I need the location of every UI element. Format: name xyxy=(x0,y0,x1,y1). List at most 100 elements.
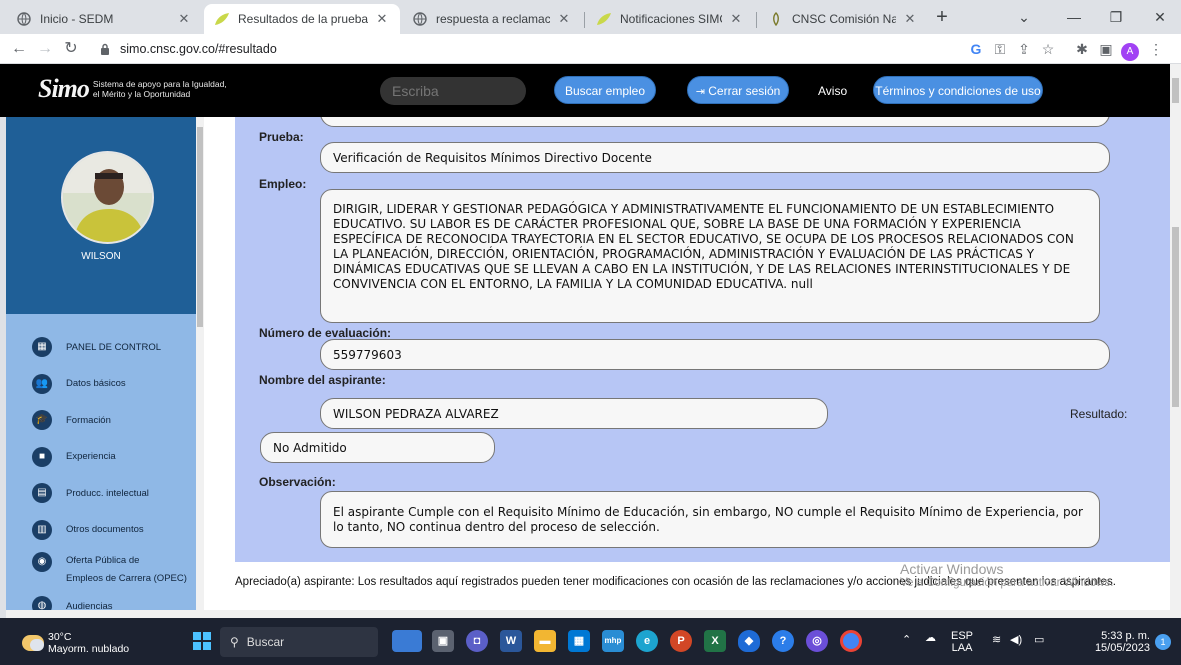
result-field: No Admitido xyxy=(260,432,495,463)
document-icon: ▥ xyxy=(32,519,52,540)
sidebar: WILSON ▦ PANEL DE CONTROL 👥 Datos básico… xyxy=(6,117,204,618)
sidebar-item-experiencia[interactable]: ■ Experiencia xyxy=(6,439,196,476)
close-tab-icon[interactable]: ✕ xyxy=(902,11,918,27)
tab-title: Resultados de la prueba xyxy=(238,12,368,26)
observation-field: El aspirante Cumple con el Requisito Mín… xyxy=(320,491,1100,548)
logo-tagline-line2: el Mérito y la Oportunidad xyxy=(92,89,191,99)
tab-search-icon[interactable]: ⌄ xyxy=(1004,4,1044,30)
browser-tab-strip: Inicio - SEDM ✕ Resultados de la prueba … xyxy=(0,0,1181,34)
sidebar-item-label: Datos básicos xyxy=(66,378,126,390)
language-indicator[interactable]: ESP LAA xyxy=(951,630,973,654)
start-button[interactable] xyxy=(193,632,211,650)
scrollbar-thumb[interactable] xyxy=(1172,227,1179,407)
edge-icon[interactable]: e xyxy=(636,630,658,652)
wifi-icon[interactable]: ≋ xyxy=(992,634,1001,646)
volume-icon[interactable]: ◀) xyxy=(1010,634,1022,646)
content-horizontal-scrollbar[interactable] xyxy=(204,610,1170,618)
chat-icon[interactable]: ◘ xyxy=(466,630,488,652)
logo-tagline: Sistema de apoyo para la Igualdad, el Mé… xyxy=(93,79,227,99)
lock-icon xyxy=(100,43,112,55)
scrollbar-thumb[interactable] xyxy=(197,127,203,327)
clock[interactable]: 5:33 p. m. 15/05/2023 xyxy=(1086,630,1150,654)
simo-logo[interactable]: Simo Sistema de apoyo para la Igualdad, … xyxy=(38,74,227,104)
leaf-icon xyxy=(214,11,230,27)
globe-icon xyxy=(16,11,32,27)
logout-button[interactable]: ⇥ Cerrar sesión xyxy=(687,76,789,104)
tray-expand-icon[interactable]: ⌃ xyxy=(902,634,911,646)
shield-icon[interactable]: ◆ xyxy=(738,630,760,652)
share-icon[interactable]: ⇪ xyxy=(1014,39,1034,59)
weather-cloud-icon xyxy=(22,635,44,651)
battery-icon[interactable]: ▭ xyxy=(1034,634,1044,646)
restore-button[interactable]: ❐ xyxy=(1096,4,1136,30)
word-icon[interactable]: W xyxy=(500,630,522,652)
address-bar[interactable]: simo.cnsc.gov.co/#resultado xyxy=(100,37,950,61)
sidebar-item-oferta-publica[interactable]: ◉ Oferta Pública de Empleos de Carrera (… xyxy=(6,548,196,588)
close-tab-icon[interactable]: ✕ xyxy=(556,11,572,27)
globe-icon: ◉ xyxy=(32,552,52,572)
help-icon[interactable]: ? xyxy=(772,630,794,652)
watermark-line2: Ve a Configuración para activar Windows. xyxy=(900,577,1114,589)
search-job-button[interactable]: Buscar empleo xyxy=(554,76,656,104)
forward-button[interactable]: → xyxy=(34,38,56,60)
copilot-icon[interactable]: ◎ xyxy=(806,630,828,652)
notification-badge[interactable]: 1 xyxy=(1155,634,1171,650)
evaluation-number-field: 559779603 xyxy=(320,339,1110,370)
google-icon[interactable]: G xyxy=(966,39,986,59)
content-scrollbar[interactable] xyxy=(1170,117,1181,618)
avatar xyxy=(61,151,154,244)
tab-resultados[interactable]: Resultados de la prueba ✕ xyxy=(204,4,400,34)
applicant-name-field: WILSON PEDRAZA ALVAREZ xyxy=(320,398,828,429)
landscape-widget-icon[interactable] xyxy=(392,630,422,652)
back-button[interactable]: ← xyxy=(8,38,30,60)
sidebar-scrollbar[interactable] xyxy=(196,117,204,618)
powerpoint-icon[interactable]: P xyxy=(670,630,692,652)
excel-icon[interactable]: X xyxy=(704,630,726,652)
close-window-button[interactable]: ✕ xyxy=(1140,4,1180,30)
sidebar-item-label-line2: Empleos de Carrera (OPEC) xyxy=(66,573,187,584)
browser-toolbar: ← → ↻ simo.cnsc.gov.co/#resultado G ⚿ ⇪ … xyxy=(0,34,1181,64)
new-tab-button[interactable]: + xyxy=(928,6,956,30)
profile-avatar[interactable]: A xyxy=(1120,39,1140,61)
extensions-icon[interactable]: ✱ xyxy=(1072,39,1092,59)
temperature: 30°C xyxy=(48,631,72,643)
reload-button[interactable]: ↻ xyxy=(60,38,82,60)
weather-widget[interactable]: 30°C Mayorm. nublado xyxy=(22,631,129,655)
sidebar-horizontal-scrollbar[interactable] xyxy=(6,610,196,618)
sidebar-item-label: Otros documentos xyxy=(66,524,144,536)
file-explorer-icon[interactable]: ▬ xyxy=(534,630,556,652)
cnsc-logo-icon xyxy=(768,11,784,27)
sidepanel-icon[interactable]: ▣ xyxy=(1096,39,1116,59)
task-view-icon[interactable]: ▣ xyxy=(432,630,454,652)
menu-icon[interactable]: ⋮ xyxy=(1146,39,1166,59)
search-input[interactable] xyxy=(380,77,526,105)
notice-link[interactable]: Aviso xyxy=(818,84,847,98)
terms-button[interactable]: Términos y condiciones de uso xyxy=(873,76,1043,104)
page-scrollbar[interactable] xyxy=(1170,64,1181,117)
close-tab-icon[interactable]: ✕ xyxy=(176,11,192,27)
close-tab-icon[interactable]: ✕ xyxy=(374,11,390,27)
job-label: Empleo: xyxy=(259,177,307,191)
sidebar-item-datos-basicos[interactable]: 👥 Datos básicos xyxy=(6,366,196,403)
globe-icon xyxy=(412,11,428,27)
minimize-button[interactable]: — xyxy=(1054,4,1094,30)
sidebar-item-label: Producc. intelectual xyxy=(66,487,149,499)
taskbar-search[interactable]: ⚲ Buscar xyxy=(220,627,378,657)
bookmark-star-icon[interactable]: ☆ xyxy=(1038,39,1058,59)
tab-cnsc[interactable]: CNSC Comisión Nacional del ✕ xyxy=(758,4,928,34)
result-panel: Prueba: Verificación de Requisitos Mínim… xyxy=(235,117,1170,562)
hp-app-icon[interactable]: mhp xyxy=(602,630,624,652)
scrollbar-thumb[interactable] xyxy=(1172,78,1179,103)
sidebar-item-produccion-intelectual[interactable]: ▤ Producc. intelectual xyxy=(6,475,196,512)
close-tab-icon[interactable]: ✕ xyxy=(728,11,744,27)
tab-respuesta-reclamacion[interactable]: respuesta a reclamacion SIM ✕ xyxy=(402,4,582,34)
tab-inicio-sedm[interactable]: Inicio - SEDM ✕ xyxy=(6,4,202,34)
store-icon[interactable]: ▦ xyxy=(568,630,590,652)
chrome-icon[interactable] xyxy=(840,630,862,652)
sidebar-item-otros-documentos[interactable]: ▥ Otros documentos xyxy=(6,512,196,549)
onedrive-sync-icon[interactable]: ☁ xyxy=(925,632,936,644)
key-icon[interactable]: ⚿ xyxy=(990,39,1010,59)
sidebar-item-formacion[interactable]: 🎓 Formación xyxy=(6,402,196,439)
sidebar-item-panel-de-control[interactable]: ▦ PANEL DE CONTROL xyxy=(6,329,196,366)
tab-notificaciones[interactable]: Notificaciones SIMO ✕ xyxy=(586,4,754,34)
